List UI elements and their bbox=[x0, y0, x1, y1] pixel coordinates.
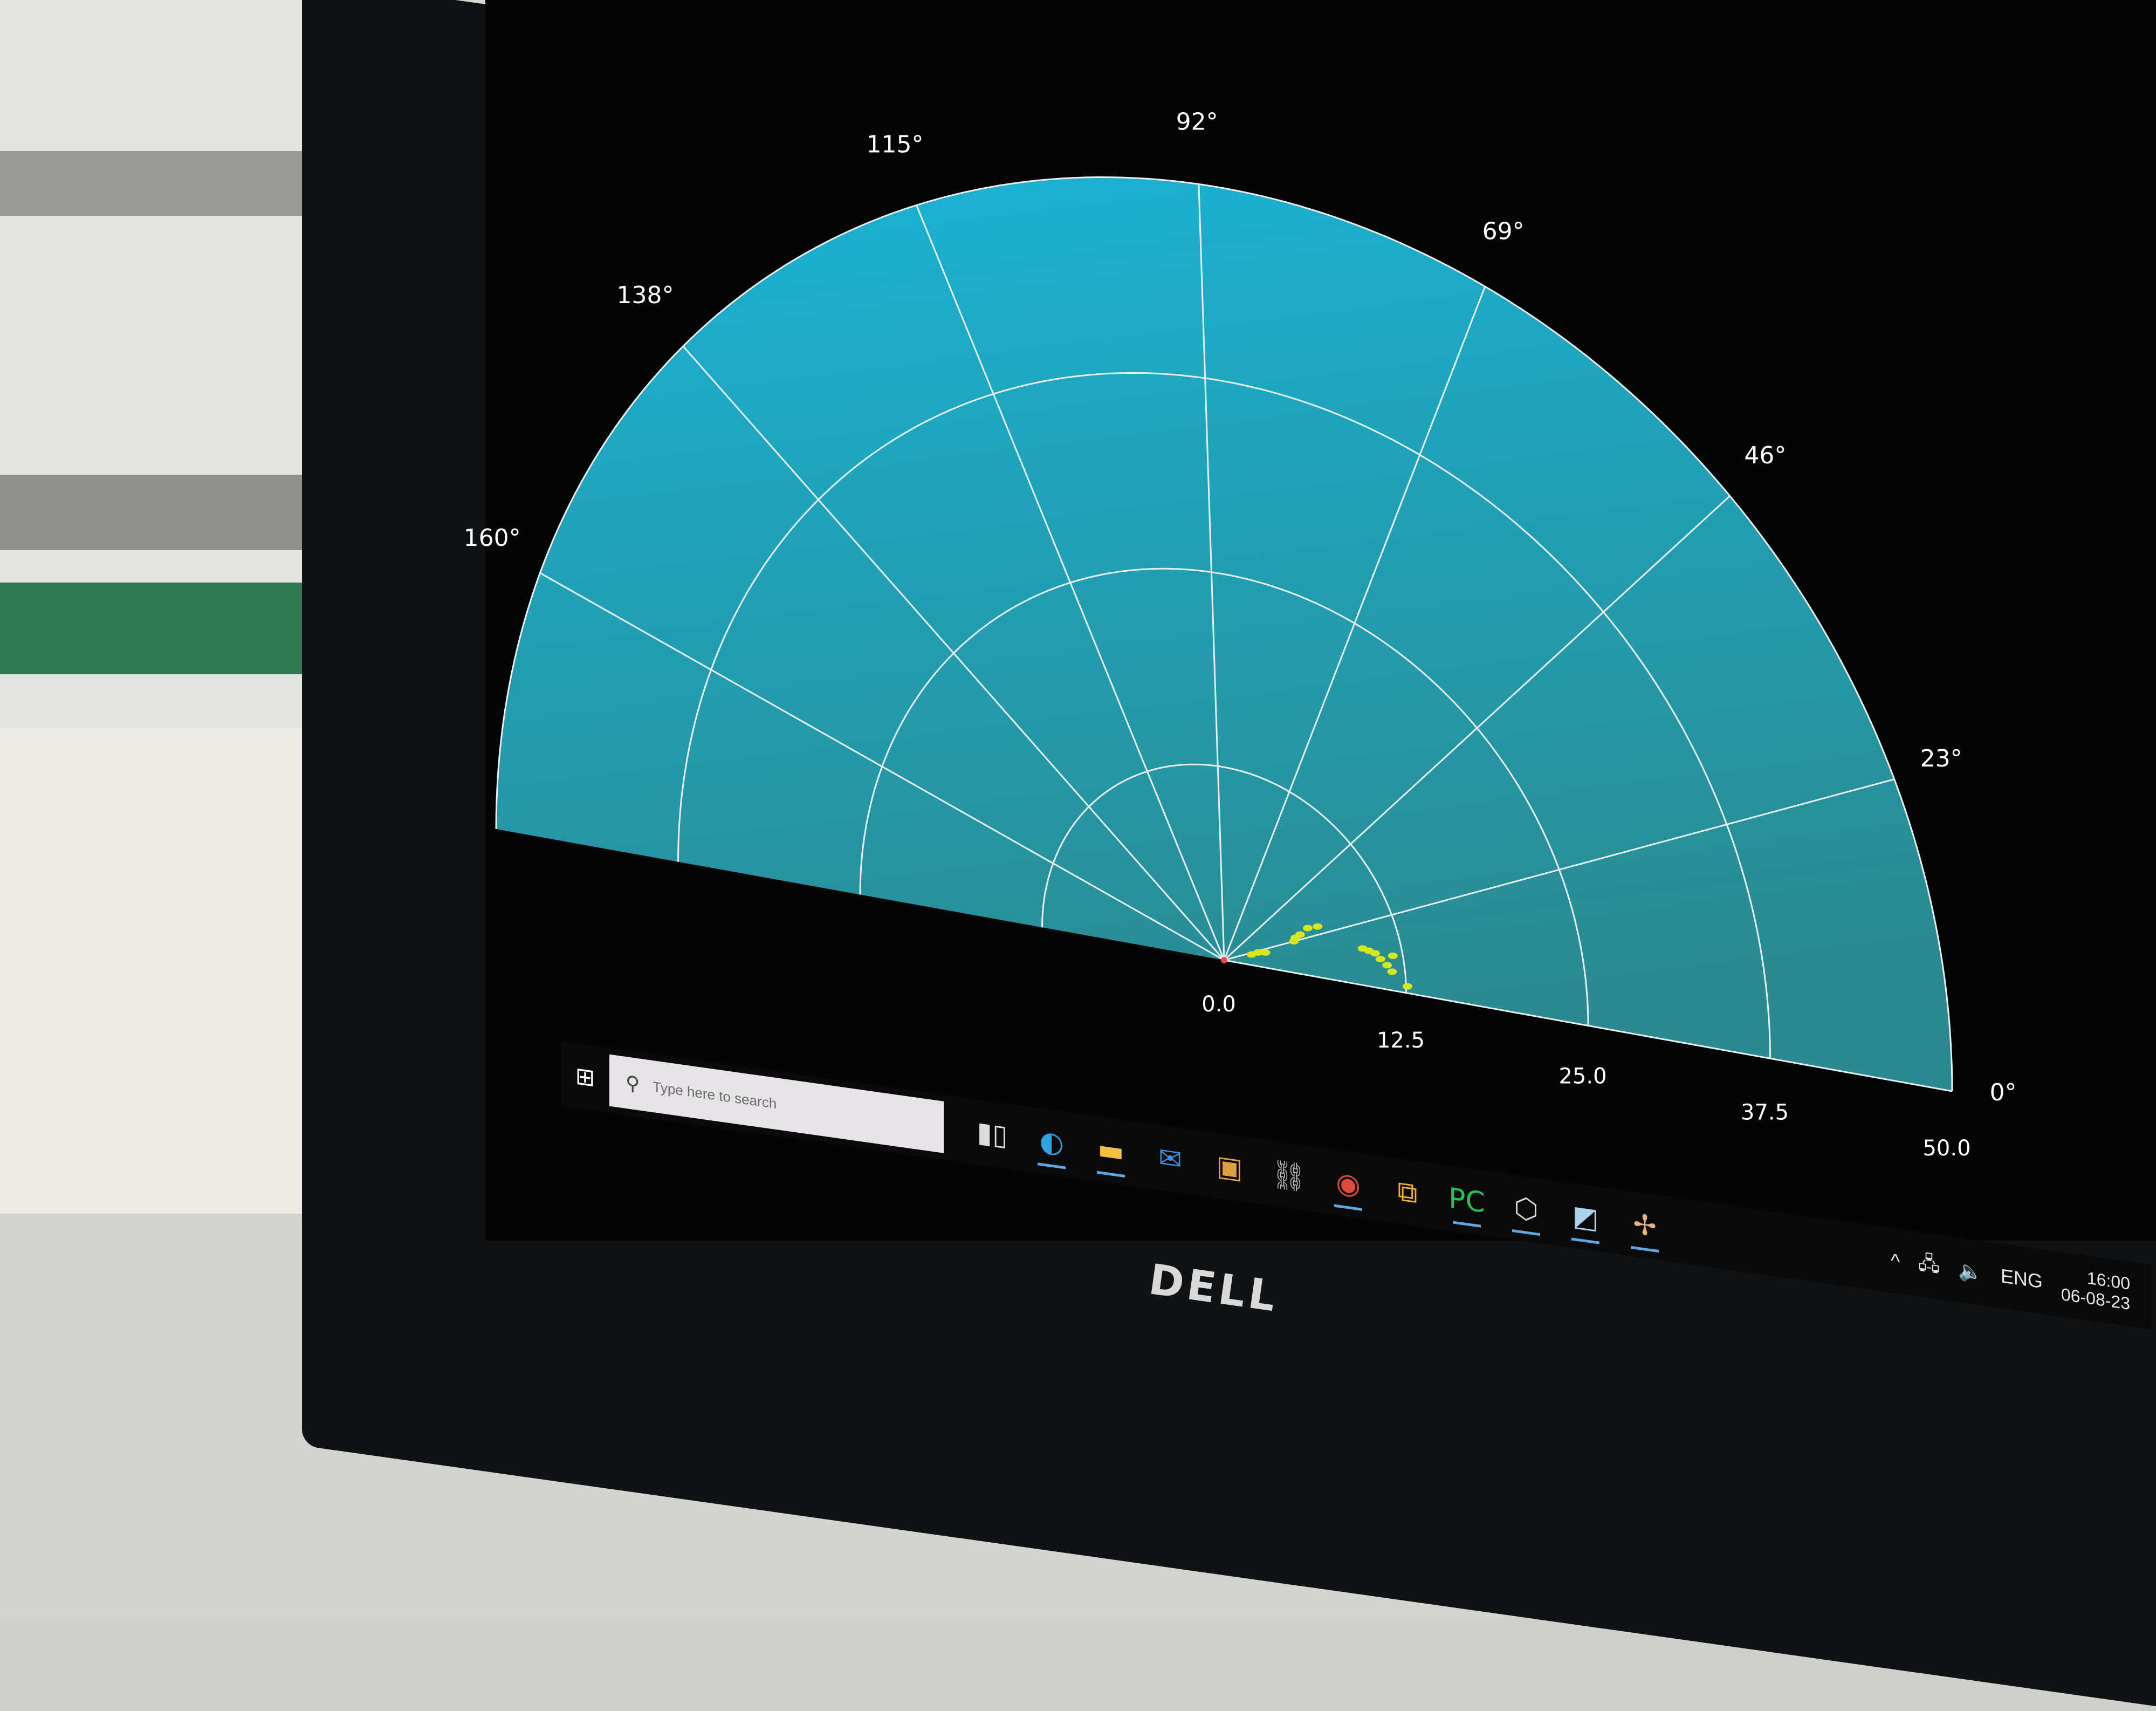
running-indicator bbox=[1334, 1204, 1362, 1211]
search-icon: ⚲ bbox=[626, 1071, 640, 1096]
theta-tick-label: 46° bbox=[1744, 442, 1786, 469]
network-app-icon-glyph: ⛓ bbox=[1271, 1157, 1307, 1195]
edge-icon-glyph: ◐ bbox=[1039, 1124, 1064, 1161]
scatter-point bbox=[1260, 949, 1271, 956]
theta-tick-label: 160° bbox=[464, 524, 521, 552]
chrome-icon[interactable]: ◉ bbox=[1321, 1153, 1375, 1215]
pycharm-icon[interactable]: PC bbox=[1440, 1170, 1494, 1231]
language-indicator[interactable]: ENG bbox=[2001, 1264, 2043, 1293]
edge-icon[interactable]: ◐ bbox=[1025, 1112, 1079, 1173]
r-tick-label: 37.5 bbox=[1741, 1100, 1789, 1125]
running-indicator bbox=[1453, 1221, 1481, 1228]
scatter-point bbox=[1375, 955, 1385, 962]
file-explorer-icon[interactable]: ▬ bbox=[1084, 1120, 1138, 1181]
mail-icon-glyph: ✉ bbox=[1158, 1141, 1182, 1177]
scatter-point bbox=[1382, 962, 1392, 969]
app-window-icon[interactable]: ◩ bbox=[1558, 1187, 1612, 1248]
start-button[interactable]: ⊞ bbox=[561, 1044, 609, 1110]
scatter-point bbox=[1387, 968, 1397, 975]
app-window-icon-glyph: ◩ bbox=[1572, 1199, 1599, 1236]
theta-tick-label: 92° bbox=[1176, 108, 1218, 136]
scatter-point bbox=[1388, 952, 1398, 959]
file-explorer-icon-glyph: ▬ bbox=[1097, 1132, 1124, 1169]
scatter-point bbox=[1402, 983, 1412, 990]
theta-tick-label: 115° bbox=[867, 131, 924, 158]
scatter-point bbox=[1370, 950, 1380, 957]
running-indicator bbox=[1631, 1245, 1659, 1253]
theta-tick-label: 69° bbox=[1482, 218, 1525, 245]
chrome-icon-glyph: ◉ bbox=[1336, 1166, 1361, 1202]
volume-icon[interactable]: 🔈 bbox=[1958, 1258, 1982, 1284]
remote-desktop-icon[interactable]: ⧉ bbox=[1381, 1162, 1434, 1223]
task-view-icon-glyph: ▮▯ bbox=[977, 1115, 1008, 1153]
store-icon[interactable]: ▣ bbox=[1203, 1137, 1256, 1198]
windows-logo-icon: ⊞ bbox=[575, 1062, 595, 1092]
virtualbox-icon-glyph: ⬡ bbox=[1514, 1191, 1539, 1227]
running-indicator bbox=[1571, 1237, 1599, 1244]
running-indicator bbox=[1097, 1171, 1125, 1178]
r-tick-label: 25.0 bbox=[1558, 1064, 1606, 1089]
clock[interactable]: 16:00 06-08-23 bbox=[2061, 1264, 2130, 1314]
show-hidden-icons-chevron[interactable]: ^ bbox=[1891, 1249, 1900, 1273]
scatter-point bbox=[1295, 931, 1305, 938]
running-indicator bbox=[1512, 1229, 1540, 1236]
store-icon-glyph: ▣ bbox=[1216, 1149, 1243, 1186]
theta-tick-label: 138° bbox=[617, 282, 674, 309]
mail-icon[interactable]: ✉ bbox=[1143, 1128, 1197, 1190]
r-tick-label: 50.0 bbox=[1922, 1136, 1970, 1161]
matplotlib-figure-icon-glyph: ✢ bbox=[1633, 1208, 1657, 1244]
running-indicator bbox=[1038, 1162, 1066, 1169]
network-app-icon[interactable]: ⛓ bbox=[1262, 1145, 1316, 1207]
matplotlib-figure-icon[interactable]: ✢ bbox=[1618, 1195, 1672, 1256]
network-icon[interactable]: 🖧 bbox=[1918, 1248, 1940, 1284]
scatter-point bbox=[1302, 925, 1313, 932]
remote-desktop-icon-glyph: ⧉ bbox=[1397, 1174, 1418, 1210]
theta-tick-label: 0° bbox=[1990, 1079, 2017, 1106]
theta-tick-label: 23° bbox=[1920, 745, 1962, 772]
task-view-icon[interactable]: ▮▯ bbox=[965, 1103, 1019, 1165]
pycharm-icon-glyph: PC bbox=[1448, 1182, 1485, 1220]
search-placeholder: Type here to search bbox=[653, 1078, 777, 1112]
r-tick-label: 12.5 bbox=[1377, 1028, 1425, 1053]
polar-plot: 0° 23° 46° 69° 92° 115° 138° 160° 0.0 12.5 25.0 37.… bbox=[464, 0, 2156, 1241]
r-tick-label: 0.0 bbox=[1201, 992, 1236, 1017]
virtualbox-icon[interactable]: ⬡ bbox=[1499, 1179, 1553, 1240]
scatter-point bbox=[1313, 923, 1323, 930]
origin-marker bbox=[1221, 957, 1227, 963]
